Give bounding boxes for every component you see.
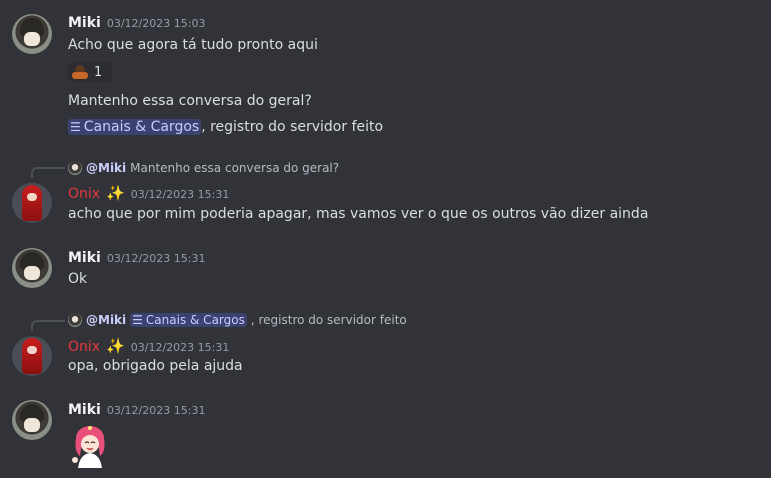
- reply-connector: [31, 167, 65, 178]
- reply-avatar: [68, 161, 82, 175]
- message-text: opa, obrigado pela ajuda: [68, 358, 243, 374]
- timestamp: 03/12/2023 15:31: [106, 252, 206, 265]
- reply-author[interactable]: @Miki: [86, 313, 126, 327]
- author-name[interactable]: Onix: [68, 186, 100, 202]
- channel-name: Canais & Cargos: [145, 313, 245, 327]
- message-text: Mantenho essa conversa do geral?: [68, 93, 312, 109]
- message-text: Ok: [68, 271, 88, 287]
- reply-preview[interactable]: @Miki ☰ Canais & Cargos , registro do se…: [68, 313, 407, 327]
- author-name[interactable]: Onix: [68, 339, 100, 355]
- onix-avatar[interactable]: [12, 336, 52, 376]
- message-header: Miki 03/12/2023 15:03: [68, 15, 205, 31]
- sparkles-icon: ✨: [106, 184, 125, 202]
- timestamp: 03/12/2023 15:31: [130, 341, 230, 354]
- message-header: Onix ✨ 03/12/2023 15:31: [68, 184, 229, 202]
- reply-preview[interactable]: @Miki Mantenho essa conversa do geral?: [68, 161, 339, 175]
- anime-girl-sticker[interactable]: [68, 424, 112, 468]
- message-header: Miki 03/12/2023 15:31: [68, 250, 205, 266]
- author-name[interactable]: Miki: [68, 250, 101, 266]
- miki-avatar[interactable]: [12, 400, 52, 440]
- channel-mention[interactable]: ☰ Canais & Cargos: [68, 119, 202, 135]
- message-text: acho que por mim poderia apagar, mas vam…: [68, 206, 649, 222]
- channel-list-icon: ☰: [70, 120, 81, 134]
- author-name[interactable]: Miki: [68, 402, 101, 418]
- timestamp: 03/12/2023 15:31: [106, 404, 206, 417]
- message-text: Acho que agora tá tudo pronto aqui: [68, 37, 318, 53]
- miki-avatar[interactable]: [12, 248, 52, 288]
- message-text-line: ☰ Canais & Cargos , registro do servidor…: [68, 119, 383, 135]
- miki-avatar[interactable]: [12, 14, 52, 54]
- timestamp: 03/12/2023 15:03: [106, 17, 206, 30]
- channel-list-icon: ☰: [132, 313, 143, 327]
- message-header: Miki 03/12/2023 15:31: [68, 402, 205, 418]
- reply-text: Mantenho essa conversa do geral?: [130, 161, 340, 175]
- author-name[interactable]: Miki: [68, 15, 101, 31]
- reply-author[interactable]: @Miki: [86, 161, 126, 175]
- channel-mention[interactable]: ☰ Canais & Cargos: [130, 313, 247, 327]
- reply-avatar: [68, 313, 82, 327]
- text-suffix: , registro do servidor feito: [201, 119, 384, 135]
- reply-connector: [31, 320, 65, 331]
- timestamp: 03/12/2023 15:31: [130, 188, 230, 201]
- sparkles-icon: ✨: [106, 337, 125, 355]
- reaction-button[interactable]: 1: [68, 62, 112, 82]
- reply-suffix: , registro do servidor feito: [250, 313, 407, 327]
- onix-avatar[interactable]: [12, 183, 52, 223]
- message-header: Onix ✨ 03/12/2023 15:31: [68, 337, 229, 355]
- reaction-count: 1: [94, 64, 103, 80]
- person-emoji-icon: [72, 65, 88, 79]
- channel-name: Canais & Cargos: [83, 119, 200, 135]
